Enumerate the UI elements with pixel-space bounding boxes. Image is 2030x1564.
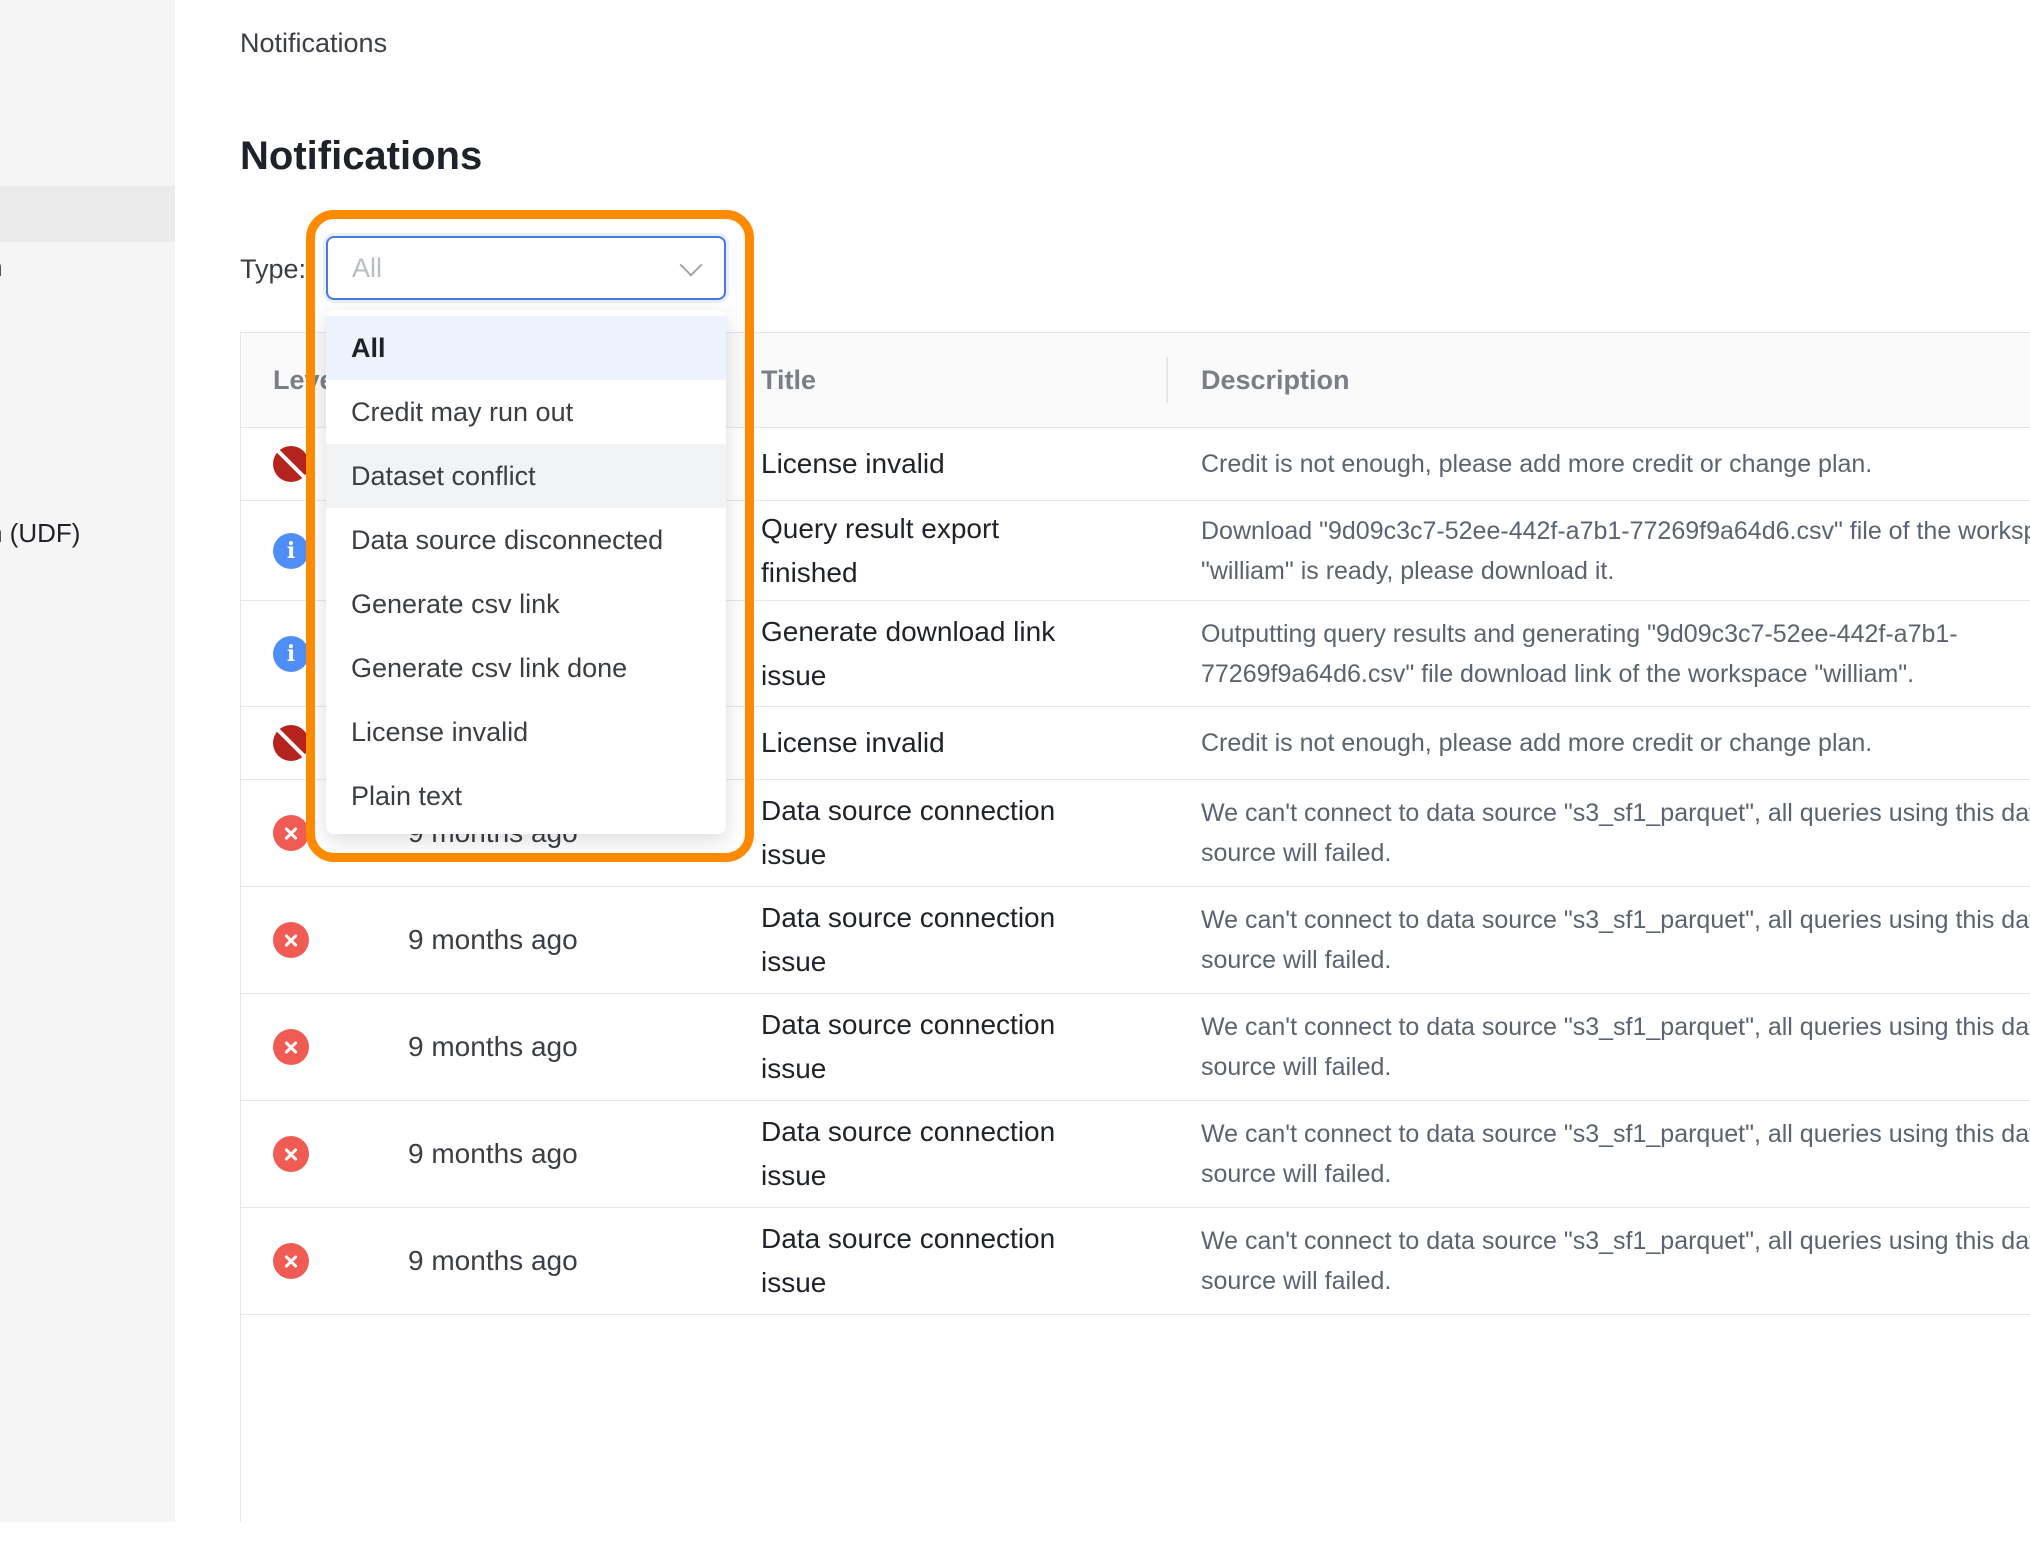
chevron-down-icon (679, 253, 703, 277)
ban-icon (273, 446, 309, 482)
description-cell: Credit is not enough, please add more cr… (1201, 450, 1873, 478)
sidebar-item-label[interactable]: n (UDF) (0, 518, 80, 549)
time-cell: 9 months ago (408, 1138, 578, 1169)
type-option[interactable]: Data source disconnected (326, 508, 726, 572)
page-title: Notifications (240, 134, 483, 178)
sidebar: n n (UDF) (0, 0, 175, 1522)
level-cell (273, 1101, 373, 1207)
sidebar-item-label[interactable]: n (0, 252, 2, 283)
type-select[interactable]: All (326, 236, 726, 300)
column-divider (1166, 357, 1168, 403)
title-cell: Data source connection issue (761, 795, 1056, 870)
title-cell: License invalid (761, 727, 945, 758)
type-select-value: All (352, 253, 383, 283)
breadcrumb: Notifications (240, 28, 388, 58)
description-cell: We can't connect to data source "s3_sf1_… (1201, 1013, 2030, 1081)
level-cell (273, 887, 373, 993)
level-cell (273, 994, 373, 1100)
type-option[interactable]: All (326, 316, 726, 380)
title-cell: Query result export finished (761, 512, 1000, 588)
type-filter-label: Type: (240, 254, 307, 284)
table-row[interactable]: 9 months ago Data source connection issue… (241, 994, 2030, 1101)
title-cell: Generate download link issue (761, 615, 1056, 691)
type-dropdown-menu: All Credit may run out Dataset conflict Dat… (326, 310, 726, 834)
type-option[interactable]: Generate csv link done (326, 636, 726, 700)
info-icon: i (273, 635, 309, 672)
column-header-description[interactable]: Description (1201, 333, 1350, 428)
time-cell: 9 months ago (408, 924, 578, 955)
error-icon (273, 815, 309, 851)
description-cell: We can't connect to data source "s3_sf1_… (1201, 1227, 2030, 1295)
description-cell: Download "9d09c3c7-52ee-442f-a7b1-77269f… (1201, 516, 2030, 585)
description-cell: We can't connect to data source "s3_sf1_… (1201, 906, 2030, 974)
level-cell (273, 1208, 373, 1314)
table-row[interactable]: 9 months ago Data source connection issue… (241, 1101, 2030, 1208)
table-row[interactable]: 9 months ago Data source connection issue… (241, 1208, 2030, 1315)
sidebar-active-item[interactable] (0, 186, 175, 242)
title-cell: Data source connection issue (761, 1009, 1056, 1084)
table-row[interactable]: 9 months ago Data source connection issue… (241, 887, 2030, 994)
title-cell: Data source connection issue (761, 902, 1056, 977)
error-icon (273, 1243, 309, 1279)
bottom-margin (0, 1522, 2030, 1564)
description-cell: Credit is not enough, please add more cr… (1201, 729, 1873, 757)
info-icon: i (273, 532, 309, 569)
description-cell: We can't connect to data source "s3_sf1_… (1201, 1120, 2030, 1188)
column-header-title[interactable]: Title (761, 333, 816, 428)
error-icon (273, 1136, 309, 1172)
time-cell: 9 months ago (408, 1031, 578, 1062)
title-cell: Data source connection issue (761, 1223, 1056, 1298)
error-icon (273, 922, 309, 958)
title-cell: Data source connection issue (761, 1116, 1056, 1191)
type-option[interactable]: Dataset conflict (326, 444, 726, 508)
type-option[interactable]: Generate csv link (326, 572, 726, 636)
ban-icon (273, 725, 309, 761)
title-cell: License invalid (761, 448, 945, 479)
error-icon (273, 1029, 309, 1065)
type-option[interactable]: License invalid (326, 700, 726, 764)
type-option[interactable]: Plain text (326, 764, 726, 828)
notifications-page: n n (UDF) Notifications Notifications Ty… (0, 0, 2030, 1564)
time-cell: 9 months ago (408, 1245, 578, 1276)
type-option[interactable]: Credit may run out (326, 380, 726, 444)
description-cell: We can't connect to data source "s3_sf1_… (1201, 799, 2030, 867)
description-cell: Outputting query results and generating … (1201, 619, 1958, 688)
